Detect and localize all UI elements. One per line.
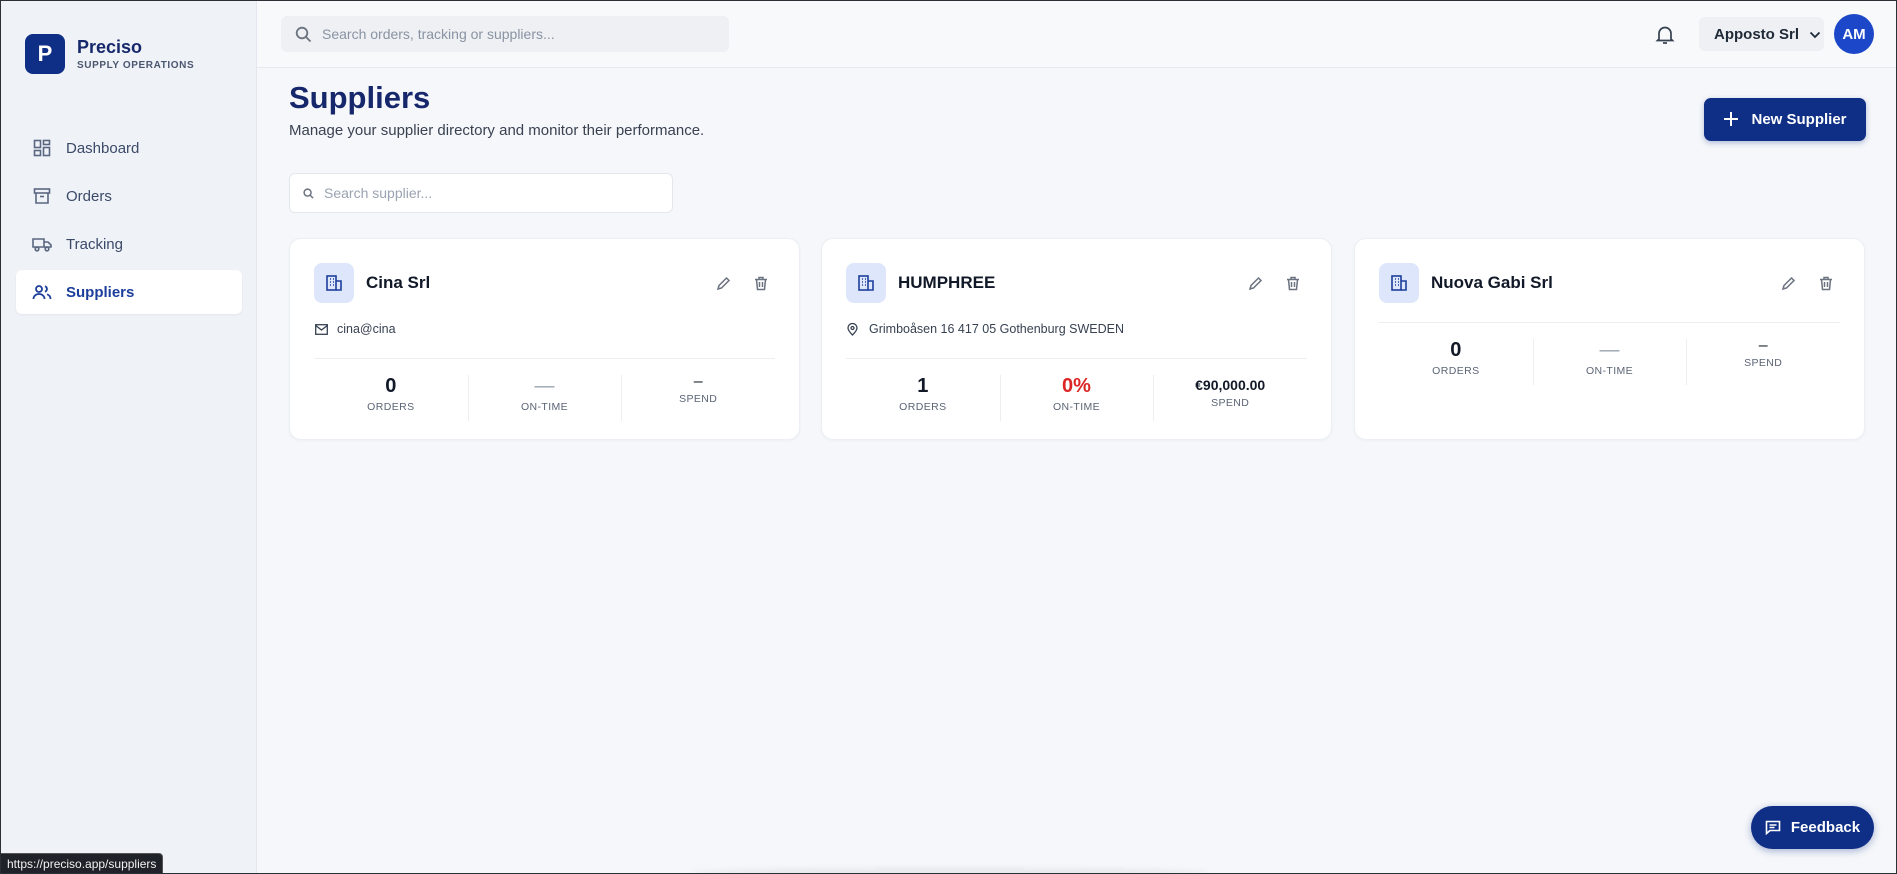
stat-label: SPEND	[679, 393, 718, 405]
status-bar-url: https://preciso.app/suppliers	[0, 853, 164, 874]
chat-icon	[1765, 820, 1781, 835]
stat-ontime: — ON-TIME	[467, 373, 622, 421]
building-icon	[314, 263, 354, 303]
sidebar-item-label: Orders	[66, 187, 112, 205]
supplier-email: cina@cina	[337, 322, 396, 336]
plus-icon	[1723, 110, 1739, 130]
bell-icon[interactable]	[1654, 24, 1676, 46]
trash-icon[interactable]	[1818, 275, 1834, 291]
stat-orders: 1 ORDERS	[846, 373, 1000, 413]
archive-box-icon	[32, 186, 52, 206]
edit-icon[interactable]	[715, 275, 731, 291]
sidebar: P Preciso SUPPLY OPERATIONS Dashboard Or…	[0, 0, 257, 874]
stat-value: 1	[917, 375, 929, 397]
stat-spend: €90,000.00 SPEND	[1153, 373, 1307, 421]
stat-value: —	[1599, 339, 1620, 361]
stat-orders: 0 ORDERS	[314, 373, 468, 413]
supplier-address: Grimboåsen 16 417 05 Gothenburg SWEDEN	[869, 322, 1124, 336]
trash-icon[interactable]	[753, 275, 769, 291]
brand-subtitle: SUPPLY OPERATIONS	[77, 60, 195, 71]
supplier-stats: 0 ORDERS — ON-TIME – SPEND	[314, 373, 775, 421]
supplier-contact: cina@cina	[315, 322, 396, 336]
card-divider	[1379, 322, 1840, 323]
trash-icon[interactable]	[1285, 275, 1301, 291]
stat-label: ORDERS	[1432, 365, 1480, 377]
sidebar-item-orders[interactable]: Orders	[16, 174, 242, 218]
edit-icon[interactable]	[1247, 275, 1263, 291]
edit-icon[interactable]	[1780, 275, 1796, 291]
new-supplier-label: New Supplier	[1751, 111, 1847, 128]
page-subtitle: Manage your supplier directory and monit…	[289, 122, 705, 139]
map-pin-icon	[847, 322, 861, 336]
stat-value: –	[693, 373, 703, 390]
stat-value: €90,000.00	[1195, 377, 1266, 393]
feedback-label: Feedback	[1790, 819, 1861, 836]
organization-select[interactable]: Apposto Srl	[1699, 17, 1824, 51]
brand[interactable]: P Preciso SUPPLY OPERATIONS	[25, 34, 194, 74]
global-search[interactable]	[281, 16, 729, 52]
truck-icon	[32, 234, 52, 254]
mail-icon	[315, 322, 329, 336]
sidebar-item-label: Suppliers	[66, 283, 135, 301]
supplier-contact: Grimboåsen 16 417 05 Gothenburg SWEDEN	[847, 322, 1124, 336]
chevron-down-icon	[1809, 26, 1821, 43]
supplier-stats: 0 ORDERS — ON-TIME – SPEND	[1379, 337, 1840, 385]
stat-spend: – SPEND	[1686, 337, 1840, 385]
supplier-search[interactable]	[289, 173, 673, 213]
supplier-name: Cina Srl	[366, 273, 431, 292]
card-divider	[314, 358, 775, 359]
stat-value: –	[1758, 337, 1768, 354]
stat-ontime: 0% ON-TIME	[999, 373, 1154, 421]
supplier-search-input[interactable]	[324, 185, 672, 201]
search-icon	[303, 187, 314, 199]
stat-orders: 0 ORDERS	[1379, 337, 1533, 377]
supplier-card[interactable]: Cina Srl cina@cina 0 ORDERS — ON-TIME – …	[289, 238, 800, 440]
organization-name: Apposto Srl	[1714, 25, 1799, 43]
supplier-card[interactable]: Nuova Gabi Srl 0 ORDERS — ON-TIME – SPEN…	[1354, 238, 1865, 440]
bottom-shadow	[690, 868, 1210, 874]
sidebar-item-dashboard[interactable]: Dashboard	[16, 126, 242, 170]
new-supplier-button[interactable]: New Supplier	[1704, 98, 1866, 141]
search-icon	[295, 26, 312, 43]
stat-ontime: — ON-TIME	[1532, 337, 1687, 385]
stat-value: —	[534, 375, 555, 397]
feedback-button[interactable]: Feedback	[1751, 806, 1874, 849]
global-search-input[interactable]	[322, 26, 729, 42]
sidebar-item-tracking[interactable]: Tracking	[16, 222, 242, 266]
stat-value: 0	[385, 375, 397, 397]
brand-name: Preciso	[77, 37, 143, 57]
sidebar-item-label: Dashboard	[66, 139, 140, 157]
card-divider	[846, 358, 1307, 359]
brand-logo: P	[25, 34, 65, 74]
stat-label: ON-TIME	[1585, 365, 1634, 377]
stat-value: 0	[1450, 339, 1462, 361]
stat-label: SPEND	[1744, 357, 1783, 369]
stat-label: ORDERS	[367, 401, 415, 413]
building-icon	[1379, 263, 1419, 303]
stat-spend: – SPEND	[621, 373, 775, 421]
supplier-name: Nuova Gabi Srl	[1431, 273, 1553, 292]
stat-label: SPEND	[1211, 397, 1250, 409]
sidebar-nav: Dashboard Orders Tracking Suppliers	[16, 126, 242, 318]
users-icon	[32, 282, 52, 302]
supplier-name: HUMPHREE	[898, 273, 996, 292]
supplier-stats: 1 ORDERS 0% ON-TIME €90,000.00 SPEND	[846, 373, 1307, 421]
stat-value: 0%	[1062, 375, 1091, 397]
avatar[interactable]: AM	[1834, 14, 1874, 54]
topbar: Apposto Srl AM	[257, 0, 1897, 68]
sidebar-item-suppliers[interactable]: Suppliers	[16, 270, 242, 314]
stat-label: ORDERS	[899, 401, 947, 413]
dashboard-grid-icon	[32, 138, 52, 158]
stat-label: ON-TIME	[1052, 401, 1101, 413]
building-icon	[846, 263, 886, 303]
page-title: Suppliers	[289, 80, 431, 115]
sidebar-item-label: Tracking	[66, 235, 123, 253]
stat-label: ON-TIME	[520, 401, 569, 413]
supplier-card[interactable]: HUMPHREE Grimboåsen 16 417 05 Gothenburg…	[821, 238, 1332, 440]
